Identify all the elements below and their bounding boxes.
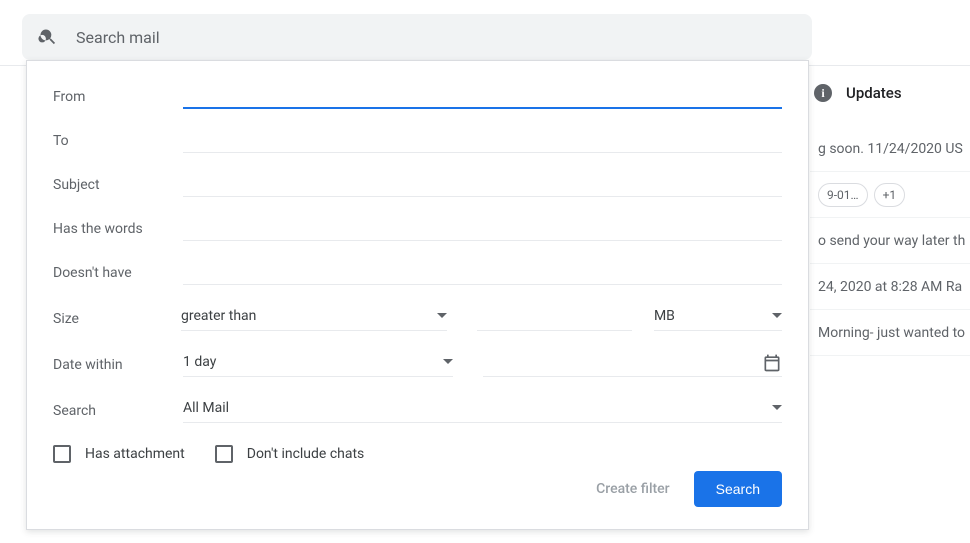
create-filter-button: Create filter	[596, 481, 670, 497]
search-placeholder: Search mail	[76, 28, 160, 47]
checkbox-box	[215, 445, 233, 463]
snippet: g soon. 11/24/2020 US	[818, 141, 963, 157]
snippet: o send your way later th	[818, 233, 965, 249]
search-in-dropdown[interactable]: All Mail	[183, 395, 782, 423]
chevron-down-icon	[772, 313, 782, 319]
size-unit-dropdown[interactable]: MB	[654, 303, 782, 331]
has-attachment-checkbox[interactable]: Has attachment	[53, 445, 185, 463]
date-range-dropdown[interactable]: 1 day	[183, 349, 453, 377]
subject-label: Subject	[53, 177, 183, 197]
more-chip[interactable]: +1	[874, 183, 906, 207]
info-icon: i	[814, 84, 832, 102]
doesnt-have-label: Doesn't have	[53, 265, 183, 285]
subject-input[interactable]	[183, 171, 782, 197]
tab-updates[interactable]: i Updates	[810, 60, 970, 126]
has-words-input[interactable]	[183, 215, 782, 241]
doesnt-have-input[interactable]	[183, 259, 782, 285]
size-value-input[interactable]	[477, 305, 632, 331]
exclude-chats-label: Don't include chats	[247, 446, 365, 462]
attachment-chip[interactable]: 9-01…	[818, 183, 868, 207]
from-label: From	[53, 89, 183, 109]
to-input[interactable]	[183, 127, 782, 153]
exclude-chats-checkbox[interactable]: Don't include chats	[215, 445, 365, 463]
has-words-label: Has the words	[53, 221, 183, 241]
search-icon	[38, 27, 58, 47]
calendar-icon[interactable]	[762, 353, 782, 377]
search-button[interactable]: Search	[694, 471, 782, 507]
search-in-value: All Mail	[183, 400, 229, 416]
to-label: To	[53, 133, 183, 153]
chevron-down-icon	[772, 405, 782, 411]
has-attachment-label: Has attachment	[85, 446, 185, 462]
size-label: Size	[53, 311, 181, 331]
snippet: Morning- just wanted to	[818, 325, 965, 341]
date-value-input[interactable]	[483, 351, 782, 377]
size-unit-value: MB	[654, 308, 675, 324]
size-operator-value: greater than	[181, 308, 256, 324]
tab-updates-label: Updates	[846, 84, 902, 102]
size-operator-dropdown[interactable]: greater than	[181, 303, 447, 331]
from-input[interactable]	[183, 83, 782, 109]
date-range-value: 1 day	[183, 354, 216, 370]
chevron-down-icon	[443, 359, 453, 365]
search-in-label: Search	[53, 403, 183, 423]
search-bar[interactable]: Search mail	[22, 14, 812, 60]
date-within-label: Date within	[53, 357, 183, 377]
snippet: 24, 2020 at 8:28 AM Ra	[818, 279, 962, 295]
background-mail-list: i Updates g soon. 11/24/2020 US 9-01… +1…	[810, 60, 970, 543]
checkbox-box	[53, 445, 71, 463]
chevron-down-icon	[437, 313, 447, 319]
advanced-search-panel: From To Subject Has the words Doesn't ha…	[26, 60, 809, 530]
